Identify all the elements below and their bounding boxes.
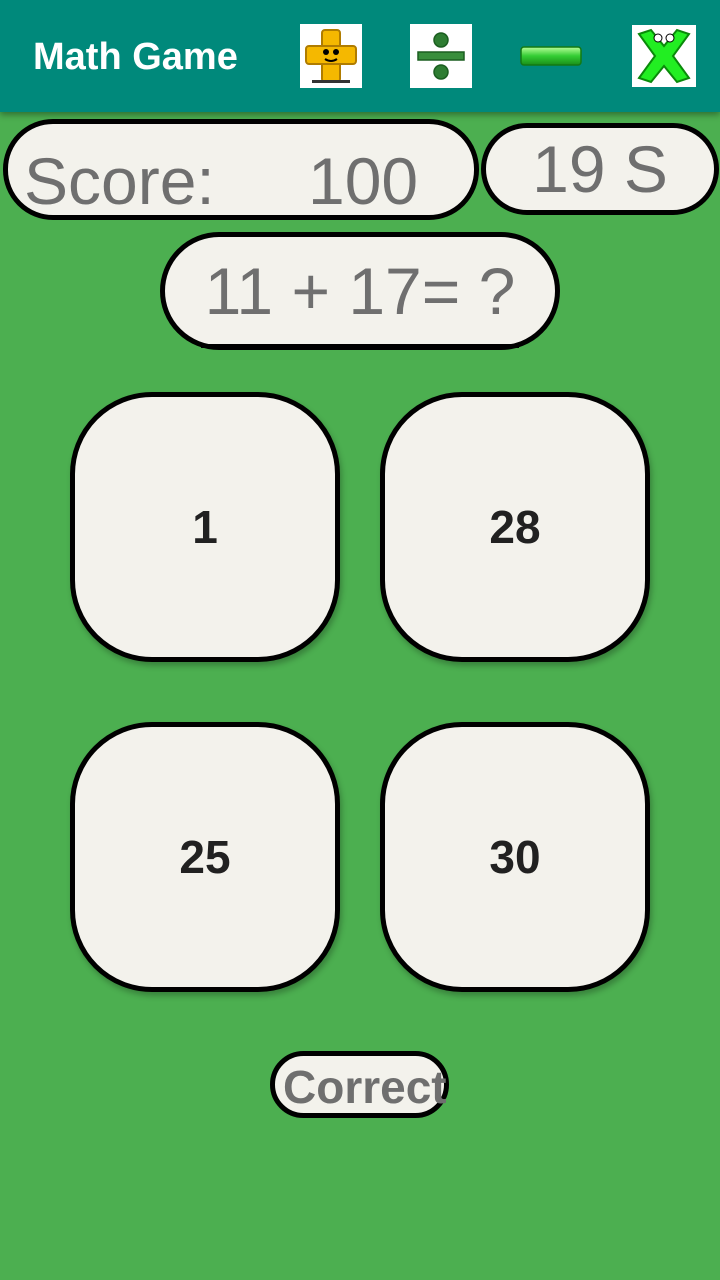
answer-button-1[interactable]: 1 [70,392,340,662]
status-text: Correct [283,1061,447,1113]
score-value: 100 [308,144,419,218]
score-display: Score: 100 [3,119,479,220]
question-display: 11 + 17= ? [160,232,560,350]
minus-icon[interactable] [520,24,582,88]
multiply-icon[interactable] [632,25,696,87]
app-title: Math Game [33,36,238,78]
score-label: Score: [24,144,215,218]
answer-button-4[interactable]: 30 [380,722,650,992]
answer-button-3[interactable]: 25 [70,722,340,992]
divide-icon[interactable] [410,24,472,88]
answer-button-2[interactable]: 28 [380,392,650,662]
timer-display: 19 S [481,123,719,215]
app-bar: Math Game [0,0,720,112]
question-underline [201,344,519,348]
plus-icon[interactable] [300,24,362,88]
